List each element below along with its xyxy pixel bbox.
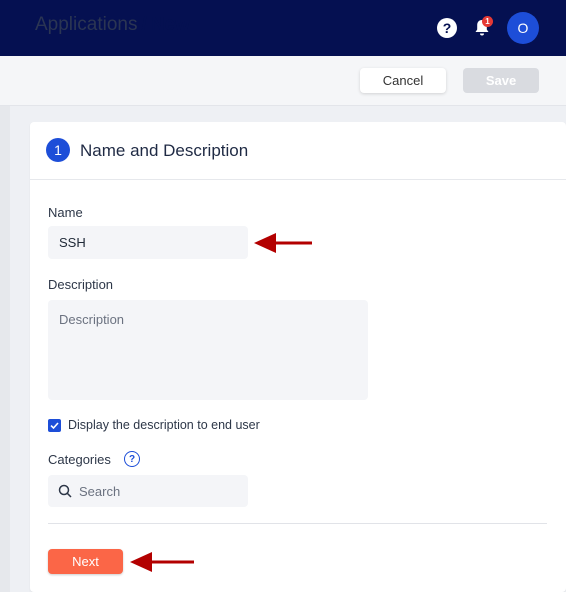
checkmark-icon: [50, 422, 59, 430]
display-description-checkbox[interactable]: [48, 419, 61, 432]
footer-divider: [48, 523, 547, 524]
card-divider: [30, 179, 566, 180]
breadcrumb-parent[interactable]: Applications: [35, 14, 137, 35]
step-number-badge: 1: [46, 138, 70, 162]
breadcrumb-current: New: [150, 14, 190, 35]
help-icon[interactable]: ?: [437, 18, 457, 38]
next-button[interactable]: Next: [48, 549, 123, 574]
notification-count-badge: 1: [482, 16, 493, 27]
user-avatar[interactable]: O: [507, 12, 539, 44]
breadcrumb: Applications / New: [35, 14, 190, 36]
categories-search-input[interactable]: [48, 475, 248, 507]
search-icon: [58, 484, 72, 498]
left-panel-edge: [0, 106, 10, 592]
display-description-label[interactable]: Display the description to end user: [68, 418, 260, 432]
step-title: Name and Description: [80, 141, 249, 160]
categories-label: Categories: [48, 452, 111, 467]
cancel-button[interactable]: Cancel: [360, 68, 446, 93]
description-label: Description: [48, 277, 114, 292]
annotation-arrow-icon: [130, 552, 194, 572]
categories-help-icon[interactable]: ?: [124, 451, 140, 467]
breadcrumb-separator: /: [141, 14, 147, 35]
save-button[interactable]: Save: [463, 68, 539, 93]
name-input[interactable]: [48, 226, 248, 259]
description-textarea[interactable]: [48, 300, 368, 400]
annotation-arrow-icon: [254, 233, 312, 253]
name-label: Name: [48, 205, 83, 220]
